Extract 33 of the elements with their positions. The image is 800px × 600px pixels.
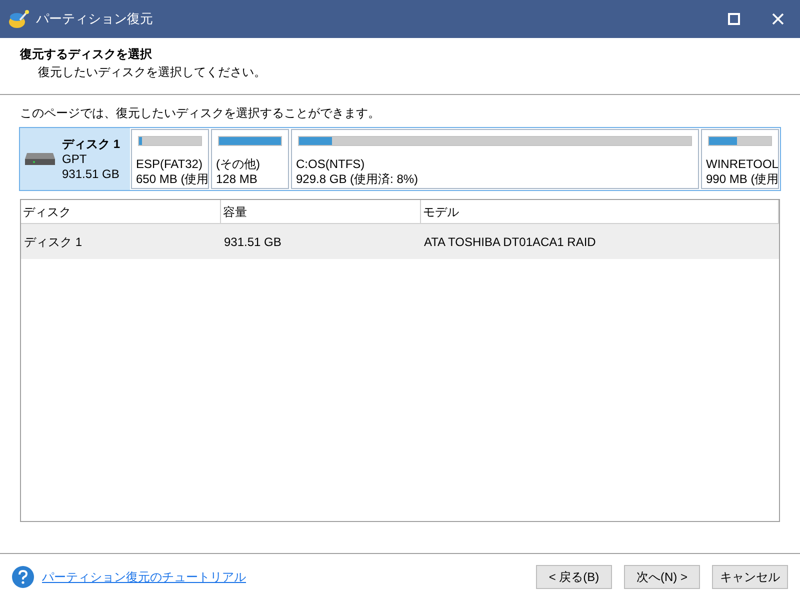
description: このページでは、復元したいディスクを選択することができます。 <box>19 105 381 121</box>
partition-name: ESP(FAT32) <box>136 157 204 172</box>
disk-size: 931.51 GB <box>62 166 120 182</box>
maximize-icon[interactable] <box>728 13 740 25</box>
disk-name: ディスク 1 <box>62 136 120 152</box>
partition-info: 128 MB <box>216 172 258 187</box>
table-row[interactable]: ディスク 1 931.51 GB ATA TOSHIBA DT01ACA1 RAID <box>21 224 779 259</box>
partition-tile[interactable]: ESP(FAT32) 650 MB (使用 <box>131 129 209 189</box>
wizard-button[interactable]: 次へ(N) > <box>624 565 700 589</box>
wizard-button[interactable]: キャンセル <box>712 565 788 589</box>
partition-tile[interactable]: C:OS(NTFS) 929.8 GB (使用済: 8%) <box>291 129 699 189</box>
table-cell-text: 931.51 GB <box>223 234 282 250</box>
partition-tile[interactable]: WINRETOOL 990 MB (使用 <box>701 129 779 189</box>
column-header[interactable]: モデル <box>421 200 779 223</box>
window-title: パーティション復元 <box>36 10 154 28</box>
close-icon[interactable] <box>772 13 784 25</box>
page-title: 復元するディスクを選択 <box>20 46 153 63</box>
partition-tile[interactable]: (その他) 128 MB <box>211 129 289 189</box>
table-cell-text: ディスク 1 <box>23 234 84 250</box>
column-header[interactable]: 容量 <box>221 200 421 223</box>
disk-tile[interactable]: ディスク 1 GPT 931.51 GB <box>20 128 130 190</box>
partition-name: (その他) <box>216 157 261 172</box>
table-cell-text: ATA TOSHIBA DT01ACA1 RAID <box>423 234 597 250</box>
partition-info: 929.8 GB (使用済: 8%) <box>296 172 420 187</box>
page-subtitle: 復元したいディスクを選択してください。 <box>37 64 267 81</box>
column-header[interactable]: ディスク <box>21 200 221 223</box>
wizard-button[interactable]: < 戻る(B) <box>536 565 612 589</box>
app-icon <box>8 8 30 30</box>
disk-type: GPT <box>62 152 88 166</box>
help-icon[interactable] <box>12 566 34 588</box>
hard-drive-icon <box>24 151 56 167</box>
tutorial-link[interactable]: パーティション復元のチュートリアル <box>42 568 524 586</box>
partition-name: C:OS(NTFS) <box>296 157 366 172</box>
